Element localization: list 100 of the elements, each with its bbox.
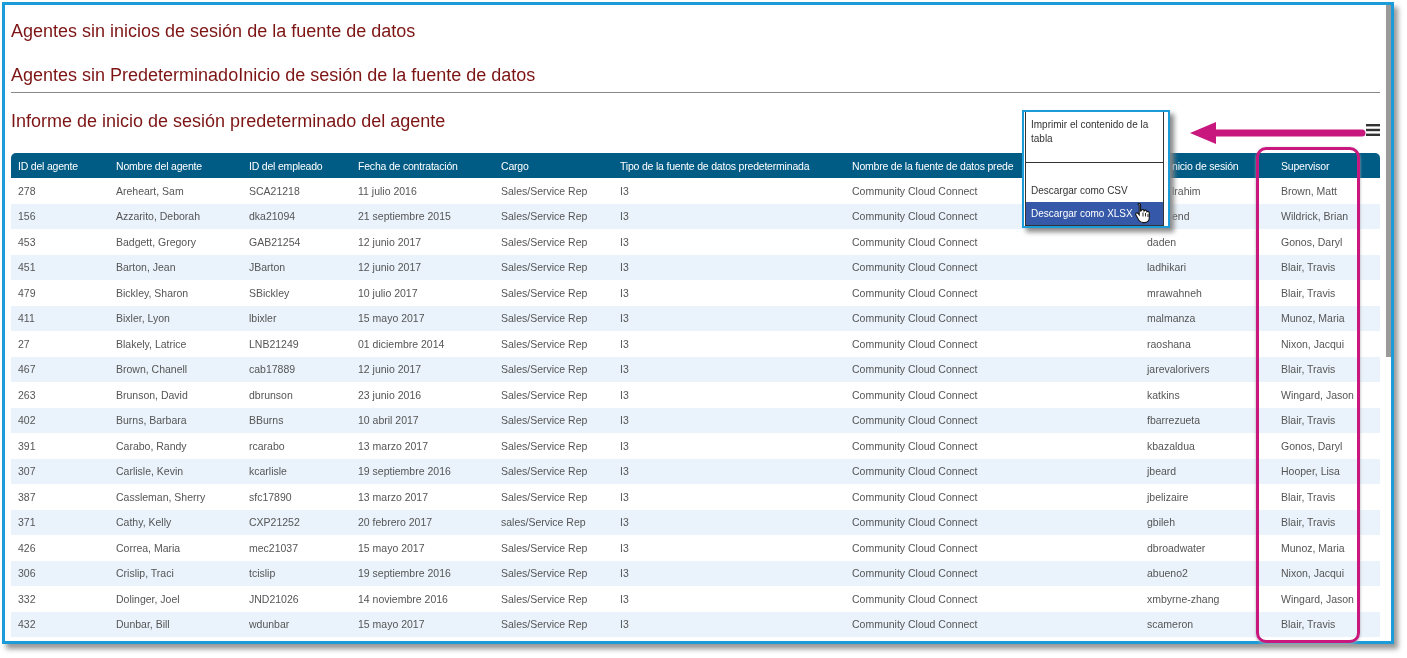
table-cell: Carlisle, Kevin [116, 465, 184, 478]
table-cell: Community Cloud Connect [852, 210, 978, 223]
table-cell: I3 [620, 618, 629, 631]
table-cell: JBarton [249, 261, 286, 274]
table-cell: 387 [18, 490, 36, 503]
table-cell: I3 [620, 439, 629, 452]
menu-item[interactable]: Descargar como CSV [1026, 179, 1163, 202]
table-cell: jbeard [1147, 465, 1177, 478]
table-cell: I3 [620, 337, 629, 350]
table-cell: Sales/Service Rep [501, 312, 588, 325]
table-cell: katkins [1147, 388, 1180, 401]
table-cell: Sales/Service Rep [501, 337, 588, 350]
table-cell: LNB21249 [249, 337, 299, 350]
table-cell: Sales/Service Rep [501, 261, 588, 274]
table-cell: sales/Service Rep [501, 516, 586, 529]
table-cell: 15 mayo 2017 [358, 312, 425, 325]
table-cell: 263 [18, 388, 36, 401]
table-cell: 14 noviembre 2016 [358, 592, 448, 605]
table-cell: Blair, Travis [1281, 490, 1336, 503]
table-cell: Community Cloud Connect [852, 261, 978, 274]
table-cell: Cathy, Kelly [116, 516, 172, 529]
table-cell: I3 [620, 312, 629, 325]
table-cell: 332 [18, 592, 36, 605]
table-cell: I3 [620, 363, 629, 376]
menu-icon[interactable] [1366, 124, 1380, 136]
table-cell: dbrunson [249, 388, 293, 401]
table-cell: I3 [620, 286, 629, 299]
table-cell: JND21026 [249, 592, 299, 605]
table-cell: Barton, Jean [116, 261, 176, 274]
table-cell: Community Cloud Connect [852, 439, 978, 452]
table-cell: 13 marzo 2017 [358, 490, 429, 503]
table-cell: gbileh [1147, 516, 1176, 529]
table-cell: kcarlisle [249, 465, 287, 478]
table-cell: Wingard, Jason [1281, 592, 1354, 605]
table-cell: 15 mayo 2017 [358, 618, 425, 631]
table-cell: I3 [620, 516, 629, 529]
table-cell: jarevalorivers [1147, 363, 1210, 376]
table-cell: I3 [620, 414, 629, 427]
table-cell: kbazaldua [1147, 439, 1195, 452]
table-cell: Munoz, Maria [1281, 312, 1345, 325]
table-cell: I3 [620, 567, 629, 580]
table-cell: 411 [18, 312, 35, 325]
table-cell: Gonos, Daryl [1281, 439, 1343, 452]
table-cell: 371 [18, 516, 36, 529]
table-cell: Burns, Barbara [116, 414, 187, 427]
table-cell: I3 [620, 490, 629, 503]
table-cell: I3 [620, 235, 629, 248]
table-cell: Badgett, Gregory [116, 235, 196, 248]
table-cell: 432 [18, 618, 36, 631]
table-cell: fbarrezueta [1147, 414, 1201, 427]
table-cell: 23 junio 2016 [358, 388, 422, 401]
table-cell: mec21037 [249, 541, 299, 554]
table-cell: 467 [18, 363, 36, 376]
table-cell: 19 septiembre 2016 [358, 465, 451, 478]
table-cell: 156 [18, 210, 36, 223]
table-cell: Sales/Service Rep [501, 490, 588, 503]
table-cell: Community Cloud Connect [852, 516, 978, 529]
table-cell: Areheart, Sam [116, 184, 184, 197]
table-cell: Blair, Travis [1281, 261, 1336, 274]
table-cell: Bickley, Sharon [116, 286, 189, 299]
table-cell: rcarabo [249, 439, 285, 452]
table-cell: Dunbar, Bill [116, 618, 170, 631]
table-cell: GAB21254 [249, 235, 301, 248]
table-cell: 391 [18, 439, 36, 452]
table-cell: Crislip, Traci [116, 567, 174, 580]
table-cell: Gonos, Daryl [1281, 235, 1343, 248]
table-cell: lrahim [1172, 184, 1201, 197]
table-cell: Sales/Service Rep [501, 592, 588, 605]
scrollbar[interactable] [1386, 5, 1391, 357]
table-cell: abueno2 [1147, 567, 1188, 580]
table-cell: wdunbar [249, 618, 290, 631]
table-cell: dbroadwater [1147, 541, 1206, 554]
table-cell: I3 [620, 210, 629, 223]
table-cell: mrawahneh [1147, 286, 1202, 299]
table-cell: Bixler, Lyon [116, 312, 170, 325]
table-cell: malmanza [1147, 312, 1196, 325]
table-cell: 27 [18, 337, 30, 350]
table-cell: lbixler [249, 312, 277, 325]
table-cell: I3 [620, 592, 629, 605]
menu-item[interactable]: Descargar como XLSX [1026, 202, 1163, 225]
table-cell: ladhikari [1147, 261, 1187, 274]
table-cell: Sales/Service Rep [501, 235, 588, 248]
table-cell: Sales/Service Rep [501, 363, 588, 376]
table-cell: CXP21252 [249, 516, 300, 529]
table-cell: Sales/Service Rep [501, 184, 588, 197]
column-header[interactable]: Cargo [501, 159, 529, 172]
table-cell: raoshana [1147, 337, 1191, 350]
page-title: Agentes sin inicios de sesión de la fuente de datos [11, 20, 416, 42]
table-cell: 306 [18, 567, 36, 580]
table-cell: Blair, Travis [1281, 414, 1336, 427]
table-cell: jbelizaire [1147, 490, 1189, 503]
table-cell: Blair, Travis [1281, 286, 1336, 299]
table-cell: Sales/Service Rep [501, 439, 588, 452]
section-title: Agentes sin PredeterminadoInicio de sesión de la fuente de datos [11, 64, 536, 86]
table-cell: Sales/Service Rep [501, 567, 588, 580]
table-cell: Blakely, Latrice [116, 337, 187, 350]
table-cell: SBickley [249, 286, 290, 299]
table-cell: 10 abril 2017 [358, 414, 419, 427]
table-cell: Sales/Service Rep [501, 618, 588, 631]
menu-item[interactable]: Imprimir el contenido de la tabla [1026, 112, 1163, 162]
